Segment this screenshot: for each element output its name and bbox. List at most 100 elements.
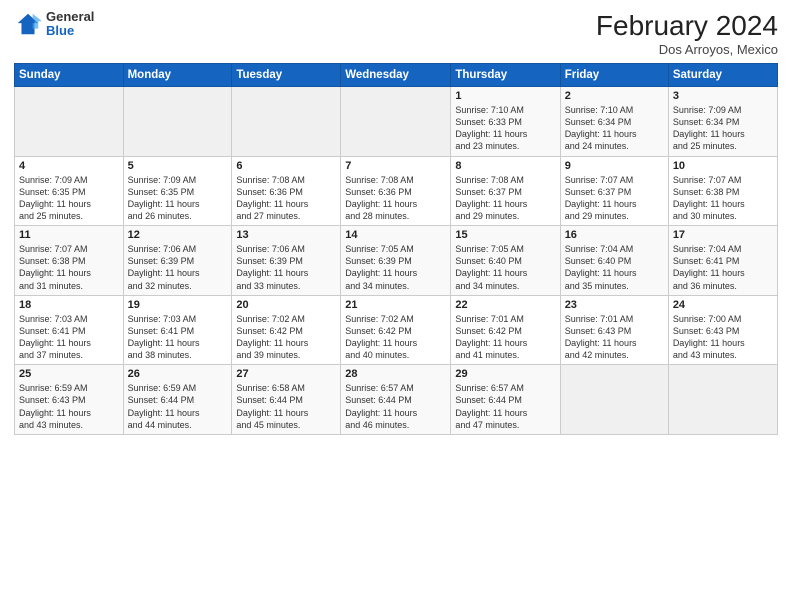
day-number: 10: [673, 160, 773, 172]
day-info: Sunrise: 7:09 AM Sunset: 6:34 PM Dayligh…: [673, 104, 773, 153]
calendar-cell: [341, 87, 451, 157]
logo-text: General Blue: [46, 10, 94, 39]
logo: General Blue: [14, 10, 94, 39]
day-number: 28: [345, 368, 446, 380]
header: General Blue February 2024 Dos Arroyos, …: [14, 10, 778, 57]
day-number: 9: [565, 160, 664, 172]
calendar-cell: [123, 87, 232, 157]
calendar-cell: 19 Sunrise: 7:03 AM Sunset: 6:41 PM Dayli…: [123, 295, 232, 365]
calendar-cell: 10 Sunrise: 7:07 AM Sunset: 6:38 PM Dayli…: [668, 156, 777, 226]
day-info: Sunrise: 6:58 AM Sunset: 6:44 PM Dayligh…: [236, 382, 336, 431]
day-number: 27: [236, 368, 336, 380]
day-number: 3: [673, 90, 773, 102]
day-number: 20: [236, 299, 336, 311]
day-number: 12: [128, 229, 228, 241]
calendar-cell: [15, 87, 124, 157]
day-info: Sunrise: 7:01 AM Sunset: 6:43 PM Dayligh…: [565, 313, 664, 362]
day-info: Sunrise: 7:07 AM Sunset: 6:37 PM Dayligh…: [565, 174, 664, 223]
day-number: 16: [565, 229, 664, 241]
calendar-cell: 18 Sunrise: 7:03 AM Sunset: 6:41 PM Dayli…: [15, 295, 124, 365]
calendar-week-0: 1 Sunrise: 7:10 AM Sunset: 6:33 PM Daylig…: [15, 87, 778, 157]
day-number: 21: [345, 299, 446, 311]
calendar-cell: 12 Sunrise: 7:06 AM Sunset: 6:39 PM Dayli…: [123, 226, 232, 296]
day-info: Sunrise: 7:04 AM Sunset: 6:41 PM Dayligh…: [673, 243, 773, 292]
calendar-cell: 25 Sunrise: 6:59 AM Sunset: 6:43 PM Dayli…: [15, 365, 124, 435]
day-info: Sunrise: 7:09 AM Sunset: 6:35 PM Dayligh…: [128, 174, 228, 223]
day-info: Sunrise: 7:05 AM Sunset: 6:40 PM Dayligh…: [455, 243, 555, 292]
day-number: 4: [19, 160, 119, 172]
day-info: Sunrise: 7:10 AM Sunset: 6:33 PM Dayligh…: [455, 104, 555, 153]
day-number: 1: [455, 90, 555, 102]
day-info: Sunrise: 7:09 AM Sunset: 6:35 PM Dayligh…: [19, 174, 119, 223]
day-number: 11: [19, 229, 119, 241]
calendar-cell: 1 Sunrise: 7:10 AM Sunset: 6:33 PM Daylig…: [451, 87, 560, 157]
calendar-cell: 6Sunrise: 7:08 AM Sunset: 6:36 PM Daylig…: [232, 156, 341, 226]
calendar-header-tuesday: Tuesday: [232, 64, 341, 87]
day-info: Sunrise: 7:02 AM Sunset: 6:42 PM Dayligh…: [236, 313, 336, 362]
calendar: SundayMondayTuesdayWednesdayThursdayFrid…: [14, 63, 778, 435]
day-number: 18: [19, 299, 119, 311]
calendar-header-row: SundayMondayTuesdayWednesdayThursdayFrid…: [15, 64, 778, 87]
day-info: Sunrise: 7:02 AM Sunset: 6:42 PM Dayligh…: [345, 313, 446, 362]
day-number: 8: [455, 160, 555, 172]
calendar-header-friday: Friday: [560, 64, 668, 87]
day-number: 19: [128, 299, 228, 311]
title-block: February 2024 Dos Arroyos, Mexico: [596, 10, 778, 57]
calendar-cell: 4 Sunrise: 7:09 AM Sunset: 6:35 PM Daylig…: [15, 156, 124, 226]
calendar-cell: 24 Sunrise: 7:00 AM Sunset: 6:43 PM Dayli…: [668, 295, 777, 365]
logo-blue: Blue: [46, 24, 94, 38]
calendar-cell: 17 Sunrise: 7:04 AM Sunset: 6:41 PM Dayli…: [668, 226, 777, 296]
day-number: 29: [455, 368, 555, 380]
calendar-cell: 13Sunrise: 7:06 AM Sunset: 6:39 PM Dayli…: [232, 226, 341, 296]
day-info: Sunrise: 7:00 AM Sunset: 6:43 PM Dayligh…: [673, 313, 773, 362]
day-info: Sunrise: 7:06 AM Sunset: 6:39 PM Dayligh…: [128, 243, 228, 292]
calendar-cell: 11 Sunrise: 7:07 AM Sunset: 6:38 PM Dayli…: [15, 226, 124, 296]
calendar-cell: 20 Sunrise: 7:02 AM Sunset: 6:42 PM Dayli…: [232, 295, 341, 365]
calendar-cell: [560, 365, 668, 435]
day-info: Sunrise: 7:08 AM Sunset: 6:37 PM Dayligh…: [455, 174, 555, 223]
calendar-cell: 29 Sunrise: 6:57 AM Sunset: 6:44 PM Dayli…: [451, 365, 560, 435]
day-number: 23: [565, 299, 664, 311]
day-number: 24: [673, 299, 773, 311]
calendar-cell: 14Sunrise: 7:05 AM Sunset: 6:39 PM Dayli…: [341, 226, 451, 296]
day-number: 22: [455, 299, 555, 311]
page: General Blue February 2024 Dos Arroyos, …: [0, 0, 792, 612]
day-info: Sunrise: 7:03 AM Sunset: 6:41 PM Dayligh…: [19, 313, 119, 362]
calendar-cell: 22 Sunrise: 7:01 AM Sunset: 6:42 PM Dayli…: [451, 295, 560, 365]
calendar-cell: 2Sunrise: 7:10 AM Sunset: 6:34 PM Daylig…: [560, 87, 668, 157]
calendar-header-saturday: Saturday: [668, 64, 777, 87]
calendar-cell: 8 Sunrise: 7:08 AM Sunset: 6:37 PM Daylig…: [451, 156, 560, 226]
day-info: Sunrise: 7:07 AM Sunset: 6:38 PM Dayligh…: [19, 243, 119, 292]
day-info: Sunrise: 7:04 AM Sunset: 6:40 PM Dayligh…: [565, 243, 664, 292]
day-number: 17: [673, 229, 773, 241]
calendar-cell: [232, 87, 341, 157]
day-number: 25: [19, 368, 119, 380]
day-info: Sunrise: 6:59 AM Sunset: 6:44 PM Dayligh…: [128, 382, 228, 431]
logo-general: General: [46, 10, 94, 24]
day-number: 26: [128, 368, 228, 380]
day-info: Sunrise: 6:57 AM Sunset: 6:44 PM Dayligh…: [455, 382, 555, 431]
month-title: February 2024: [596, 10, 778, 42]
day-number: 5: [128, 160, 228, 172]
day-info: Sunrise: 7:05 AM Sunset: 6:39 PM Dayligh…: [345, 243, 446, 292]
day-info: Sunrise: 7:07 AM Sunset: 6:38 PM Dayligh…: [673, 174, 773, 223]
calendar-cell: 7Sunrise: 7:08 AM Sunset: 6:36 PM Daylig…: [341, 156, 451, 226]
calendar-cell: 15 Sunrise: 7:05 AM Sunset: 6:40 PM Dayli…: [451, 226, 560, 296]
day-info: Sunrise: 6:57 AM Sunset: 6:44 PM Dayligh…: [345, 382, 446, 431]
calendar-cell: 5 Sunrise: 7:09 AM Sunset: 6:35 PM Daylig…: [123, 156, 232, 226]
location: Dos Arroyos, Mexico: [596, 42, 778, 57]
logo-icon: [14, 10, 42, 38]
calendar-week-2: 11 Sunrise: 7:07 AM Sunset: 6:38 PM Dayli…: [15, 226, 778, 296]
day-info: Sunrise: 7:10 AM Sunset: 6:34 PM Dayligh…: [565, 104, 664, 153]
calendar-cell: 28 Sunrise: 6:57 AM Sunset: 6:44 PM Dayli…: [341, 365, 451, 435]
day-info: Sunrise: 7:08 AM Sunset: 6:36 PM Dayligh…: [236, 174, 336, 223]
calendar-week-4: 25 Sunrise: 6:59 AM Sunset: 6:43 PM Dayli…: [15, 365, 778, 435]
day-info: Sunrise: 7:03 AM Sunset: 6:41 PM Dayligh…: [128, 313, 228, 362]
calendar-cell: 27 Sunrise: 6:58 AM Sunset: 6:44 PM Dayli…: [232, 365, 341, 435]
day-info: Sunrise: 7:01 AM Sunset: 6:42 PM Dayligh…: [455, 313, 555, 362]
day-number: 15: [455, 229, 555, 241]
calendar-cell: [668, 365, 777, 435]
day-number: 7: [345, 160, 446, 172]
day-info: Sunrise: 6:59 AM Sunset: 6:43 PM Dayligh…: [19, 382, 119, 431]
calendar-week-1: 4 Sunrise: 7:09 AM Sunset: 6:35 PM Daylig…: [15, 156, 778, 226]
